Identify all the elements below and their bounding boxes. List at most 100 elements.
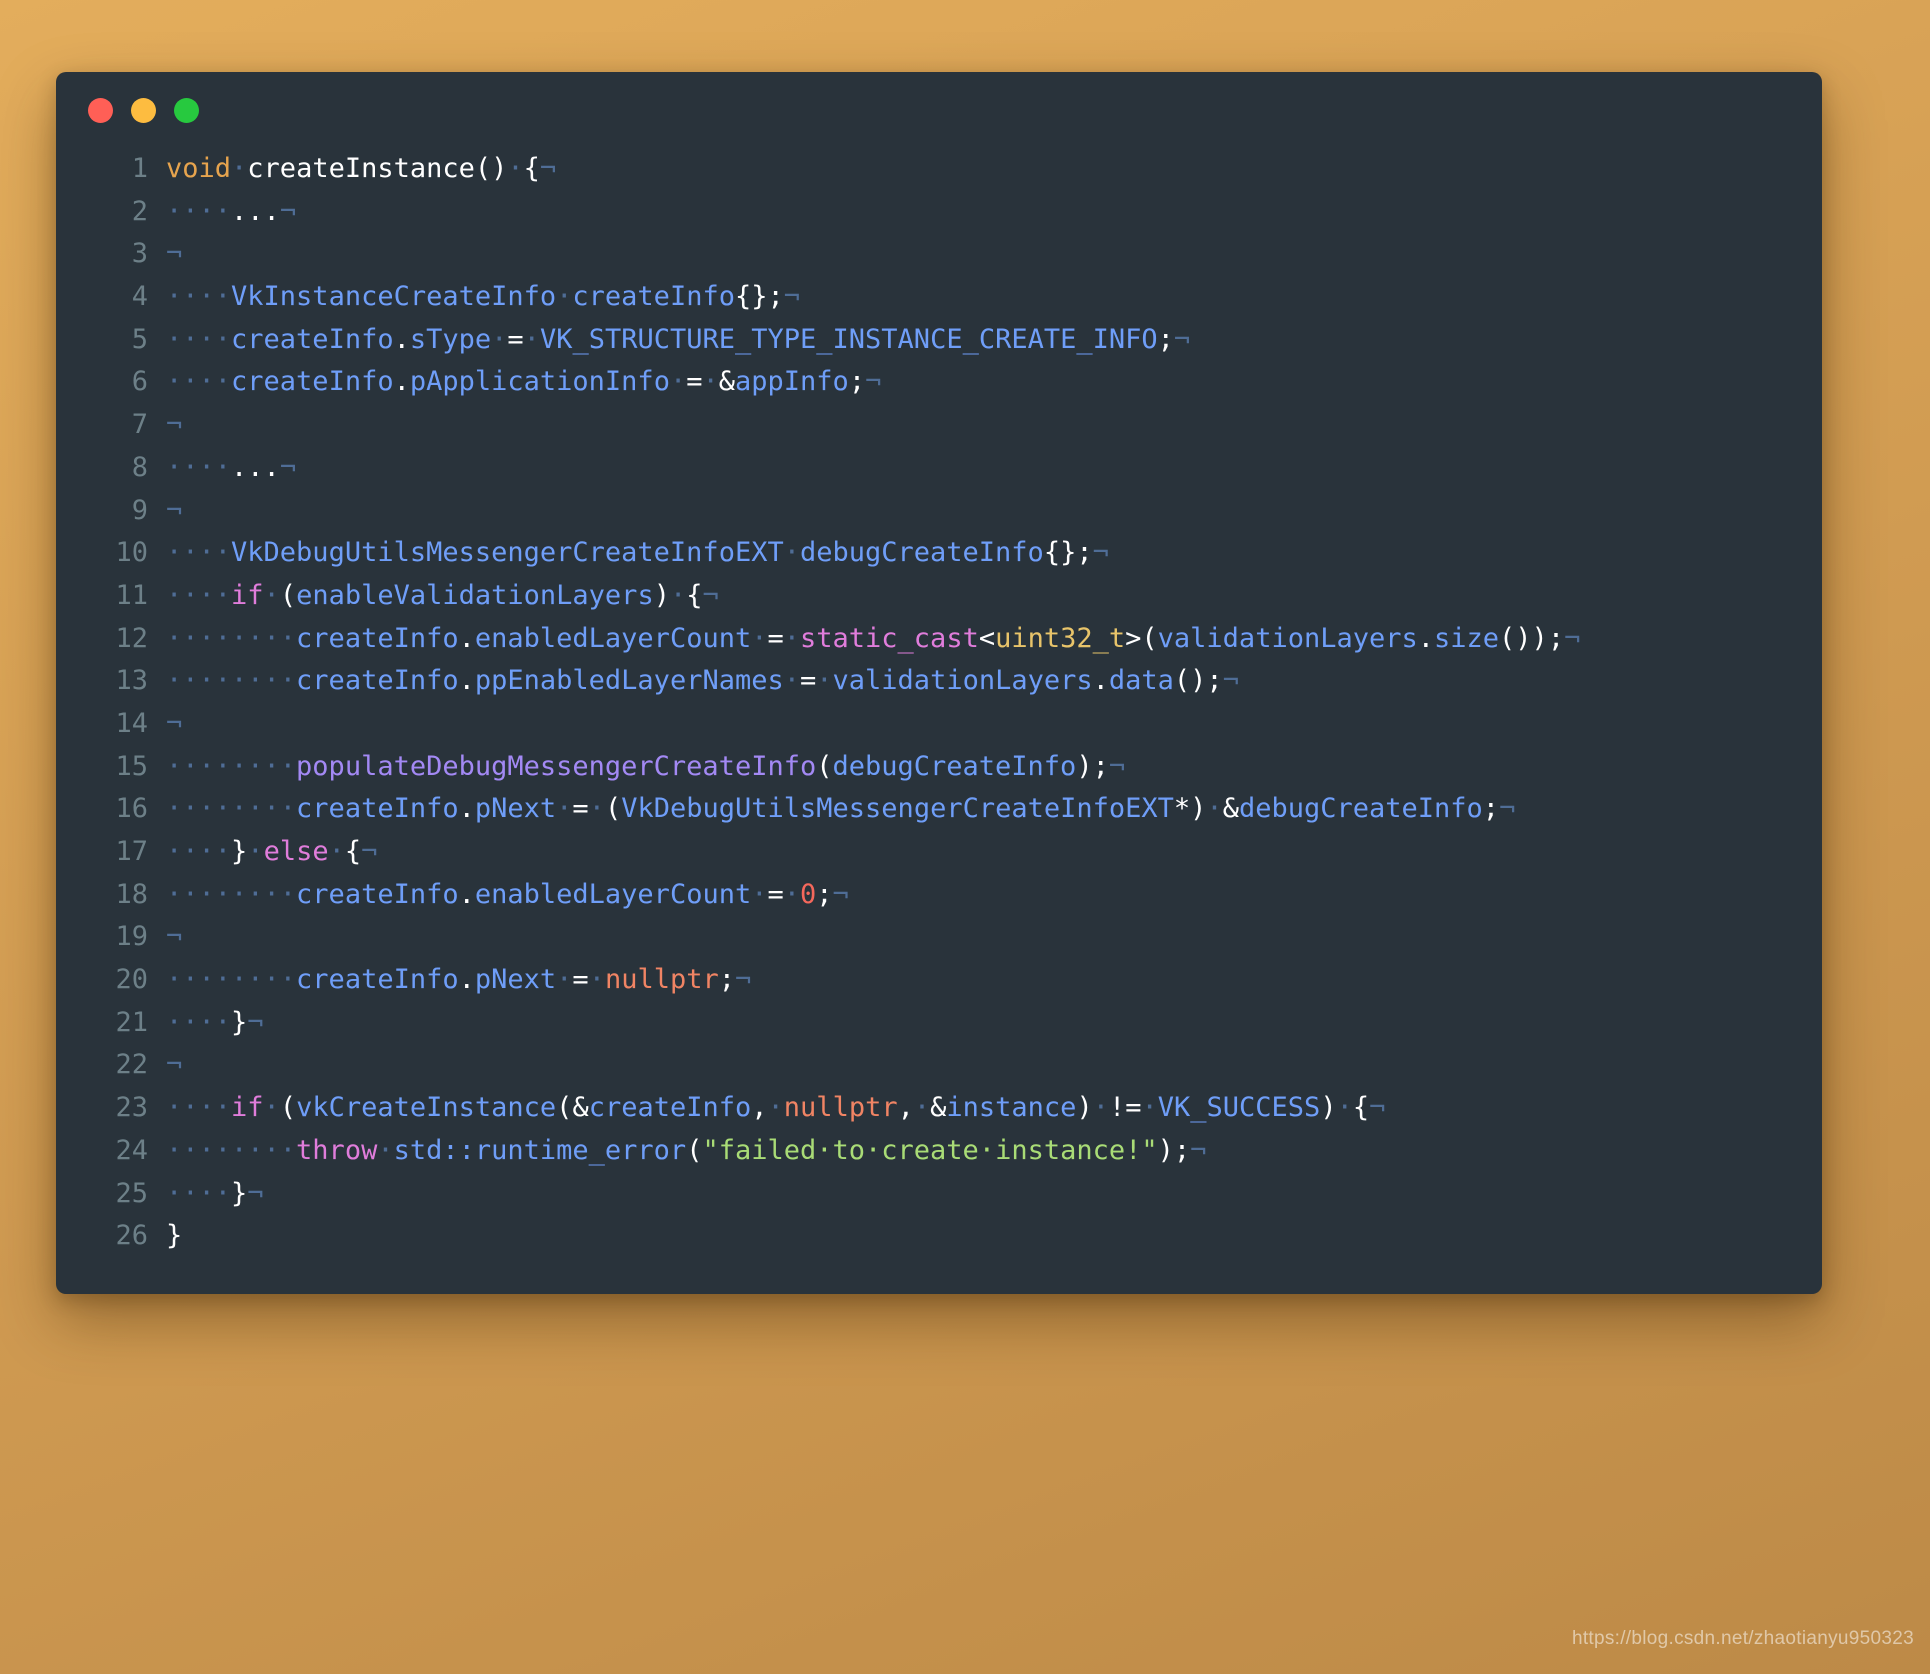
code-token: ;	[848, 366, 866, 398]
code-token: ¬	[1173, 323, 1191, 355]
code-token: )	[1076, 1092, 1093, 1124]
code-line: 21 ····}¬	[56, 1002, 1822, 1045]
code-token: ·	[556, 281, 573, 313]
code-token: ·	[767, 1092, 784, 1124]
code-line: 15 ········populateDebugMessengerCreateIn…	[56, 746, 1822, 789]
code-token: ,	[897, 1092, 914, 1124]
code-token: createInfo	[231, 323, 394, 355]
code-token: pApplicationInfo	[409, 366, 670, 398]
line-number: 17	[115, 836, 148, 867]
code-token: ·	[247, 836, 264, 867]
code-line: 14 ¬	[56, 703, 1822, 746]
code-token: );	[1157, 1134, 1191, 1166]
code-token: .	[458, 793, 475, 825]
line-number: 19	[115, 921, 148, 953]
maximize-window-button[interactable]	[174, 97, 199, 123]
line-number: 8	[131, 451, 148, 483]
code-token: sType	[409, 323, 492, 355]
code-token: .	[393, 366, 410, 398]
code-token: ¬	[1190, 1134, 1207, 1166]
code-token: &	[572, 1092, 589, 1124]
code-token: ····	[166, 1177, 232, 1209]
line-number: 12	[115, 622, 148, 654]
code-token: }	[231, 1006, 248, 1038]
code-editor[interactable]: 1 void·createInstance()·{¬ 2 ····...¬ 3 ¬ 4 ···…	[56, 148, 1822, 1258]
code-token: );	[1076, 750, 1109, 782]
line-number: 24	[115, 1134, 148, 1166]
code-token: ····	[166, 1006, 232, 1038]
code-token: &	[930, 1092, 947, 1124]
code-token: ········	[166, 964, 297, 996]
code-token: VkDebugUtilsMessengerCreateInfoEXT	[231, 537, 784, 569]
code-token: ·	[377, 1134, 394, 1166]
line-number: 13	[115, 665, 148, 697]
code-line: 6 ····createInfo.pApplicationInfo·=·&appI…	[56, 361, 1822, 404]
code-token: std::runtime_error	[393, 1134, 687, 1166]
code-token: ¬	[783, 281, 801, 313]
code-token: throw	[296, 1134, 378, 1166]
minimize-window-button[interactable]	[131, 97, 156, 123]
code-token: (	[816, 750, 833, 782]
code-token: ¬	[1499, 793, 1516, 825]
line-number: 22	[115, 1049, 148, 1081]
line-number: 18	[115, 878, 148, 910]
code-token: {	[686, 579, 703, 611]
code-token: .	[458, 665, 475, 697]
code-token: data	[1108, 665, 1174, 697]
code-line: 17 ····}·else·{¬	[56, 831, 1822, 874]
code-token: createInfo	[296, 665, 459, 697]
code-token: ¬	[1564, 622, 1581, 654]
line-number: 10	[115, 537, 148, 569]
code-token: void	[166, 153, 232, 184]
code-token: ¬	[735, 964, 752, 996]
code-token: ·	[328, 836, 345, 867]
code-token: VkDebugUtilsMessengerCreateInfoEXT	[621, 793, 1174, 825]
code-token: ····	[166, 1092, 232, 1124]
line-number: 3	[131, 238, 148, 270]
code-token: ····	[166, 323, 232, 355]
code-line: 19 ¬	[56, 916, 1822, 959]
code-token: ¬	[166, 707, 183, 739]
code-token: }	[231, 836, 248, 867]
code-token: ·	[1141, 1092, 1158, 1124]
code-token: (	[686, 1134, 703, 1166]
code-token: VkInstanceCreateInfo	[231, 281, 557, 313]
code-token: ·	[783, 622, 801, 654]
code-token: createInstance()	[247, 153, 508, 184]
line-number: 9	[131, 494, 148, 526]
code-token: ·	[556, 793, 573, 825]
code-line: 3 ¬	[56, 233, 1822, 276]
code-token: "failed·to·create·instance!"	[702, 1134, 1158, 1166]
code-token: ·	[231, 153, 248, 184]
window-titlebar	[56, 72, 1822, 148]
code-token: ¬	[166, 409, 183, 441]
close-window-button[interactable]	[88, 97, 113, 123]
code-token: .	[458, 622, 475, 654]
line-number: 15	[115, 750, 148, 782]
code-token: =	[572, 964, 589, 996]
code-token: ¬	[247, 1177, 264, 1209]
code-token: ·	[783, 537, 800, 569]
code-token: enableValidationLayers	[296, 579, 654, 611]
code-token: (	[556, 1092, 573, 1124]
code-token: ·	[669, 579, 687, 611]
code-token: ·	[507, 153, 524, 184]
code-token: .	[458, 964, 475, 996]
code-line: 10 ····VkDebugUtilsMessengerCreateInfoEXT…	[56, 532, 1822, 575]
code-token: ·	[588, 964, 605, 996]
code-token: )	[1320, 1092, 1337, 1124]
line-number: 4	[131, 281, 148, 313]
code-token: (	[604, 793, 622, 825]
code-token: ¬	[361, 836, 378, 867]
code-token: ¬	[865, 366, 882, 398]
code-token: ;	[1482, 793, 1500, 825]
code-token: ········	[166, 665, 297, 697]
line-number: 6	[131, 366, 148, 398]
code-token: !=	[1108, 1092, 1142, 1124]
code-line: 5 ····createInfo.sType·=·VK_STRUCTURE_TYP…	[56, 319, 1822, 362]
line-number: 7	[131, 409, 148, 441]
code-token: ·	[913, 1092, 931, 1124]
code-token: ····	[166, 836, 232, 867]
code-line: 4 ····VkInstanceCreateInfo·createInfo{};¬	[56, 276, 1822, 319]
code-token: ¬	[166, 494, 183, 526]
